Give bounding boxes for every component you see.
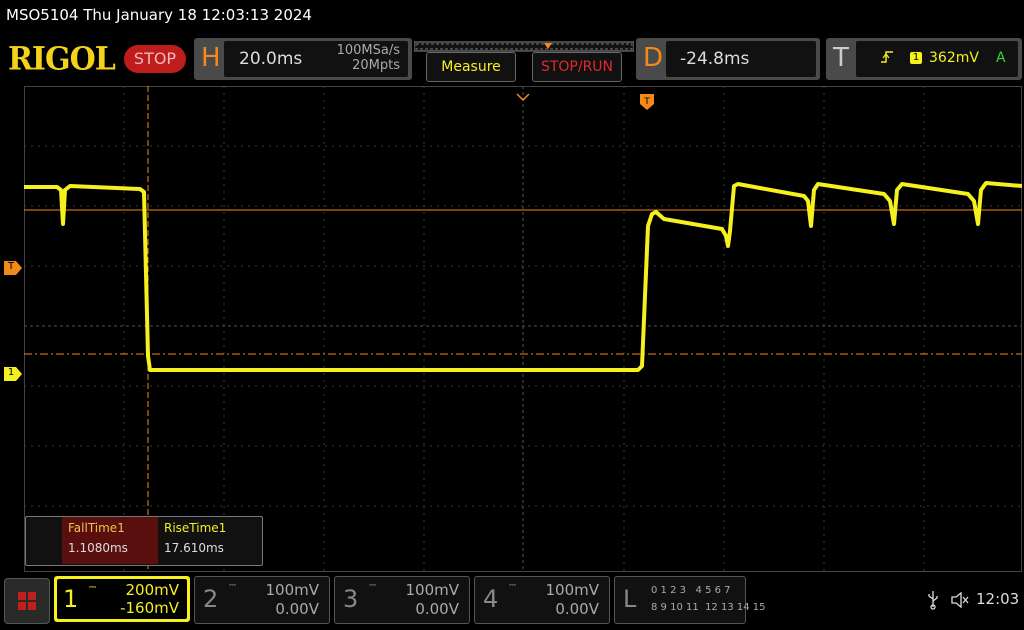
logic-box[interactable]: L 0 1 2 3 4 5 6 7 8 9 10 11 12 13 14 15 [614,576,766,624]
memory-depth: 20Mpts [352,58,400,73]
delay-inner: -24.8ms [666,41,816,77]
trigger-source-badge: 1 [910,52,922,64]
menu-button[interactable] [4,578,50,624]
measurement-panel[interactable]: FallTime1 1.1080ms RiseTime1 17.610ms [25,516,263,566]
trigger-mode: A [996,50,1006,66]
status-time: 12:03 [976,590,1020,608]
rise-time-cell: RiseTime1 17.610ms [158,517,260,564]
fall-time-value: 1.1080ms [68,541,128,555]
trigger-inner: 1 362mV A [856,41,1018,77]
channel1-marker-label: 1 [7,367,15,378]
measure-button[interactable]: Measure [426,52,516,82]
channel2-offset: 0.00V [275,600,319,618]
delay-trigger-marker: T [640,94,654,114]
delay-panel[interactable]: D -24.8ms [636,38,820,80]
rising-edge-icon [880,49,894,69]
channel1-trace [24,181,1023,372]
usb-icon [926,590,940,614]
grid-menu-icon [18,592,36,610]
channel2-scale: 100mV [265,581,319,599]
logic-row1: 0 1 2 3 4 5 6 7 [651,585,731,596]
center-axes [24,86,1022,572]
logic-letter: L [623,585,637,613]
trigger-panel[interactable]: T 1 362mV A [826,38,1022,80]
horizontal-panel[interactable]: H 20.0ms 100MSa/s 20Mpts [194,38,412,80]
logic-row2: 8 9 10 11 12 13 14 15 [651,602,766,613]
channel1-scale: 200mV [125,581,179,599]
horizontal-inner: 20.0ms 100MSa/s 20Mpts [224,41,408,77]
device-title: MSO5104 Thu January 18 12:03:13 2024 [6,6,312,24]
channel4-box[interactable]: 4 ⎓ 100mV 0.00V [474,576,610,624]
channel3-box[interactable]: 3 ⎓ 100mV 0.00V [334,576,470,624]
delay-value: -24.8ms [680,49,750,69]
channel1-offset-marker[interactable]: 1 [4,366,22,385]
mute-icon[interactable] [950,591,970,613]
trigger-level-marker[interactable]: T [4,260,22,279]
rise-time-value: 17.610ms [164,541,224,555]
fall-time-cell: FallTime1 1.1080ms [62,517,158,564]
dc-coupling-icon: ⎓ [369,581,377,591]
channel3-offset: 0.00V [415,600,459,618]
memory-position-indicator [413,38,635,52]
waveform-display[interactable]: T [24,86,1023,572]
dc-coupling-icon: ⎓ [509,581,517,591]
channel1-inner: 1 ⎓ 200mV -160mV [57,579,187,619]
rise-time-label: RiseTime1 [164,521,227,535]
channel4-number: 4 [483,585,499,613]
run-state-badge[interactable]: STOP [124,45,186,73]
horizontal-letter: H [201,43,221,73]
channel2-box[interactable]: 2 ⎓ 100mV 0.00V [194,576,330,624]
channel3-number: 3 [343,585,359,613]
channel2-number: 2 [203,585,219,613]
dc-coupling-icon: ⎓ [89,583,97,593]
trigger-level: 362mV [929,50,979,66]
dc-coupling-icon: ⎓ [229,581,237,591]
channel1-box[interactable]: 1 ⎓ 200mV -160mV [54,576,190,622]
channel4-scale: 100mV [545,581,599,599]
sample-rate: 100MSa/s [336,43,400,58]
rigol-logo: RIGOL [8,41,116,78]
timebase-value: 20.0ms [239,49,303,69]
stop-run-button[interactable]: STOP/RUN [532,52,622,82]
channel1-number: 1 [63,585,79,613]
channel4-offset: 0.00V [555,600,599,618]
trigger-position-marker [516,86,530,105]
delay-letter: D [643,43,664,73]
fall-time-label: FallTime1 [68,521,125,535]
trigger-marker-label: T [7,261,15,272]
channel1-offset: -160mV [120,599,179,617]
svg-text:T: T [643,97,650,107]
trigger-letter: T [833,43,849,73]
channel3-scale: 100mV [405,581,459,599]
